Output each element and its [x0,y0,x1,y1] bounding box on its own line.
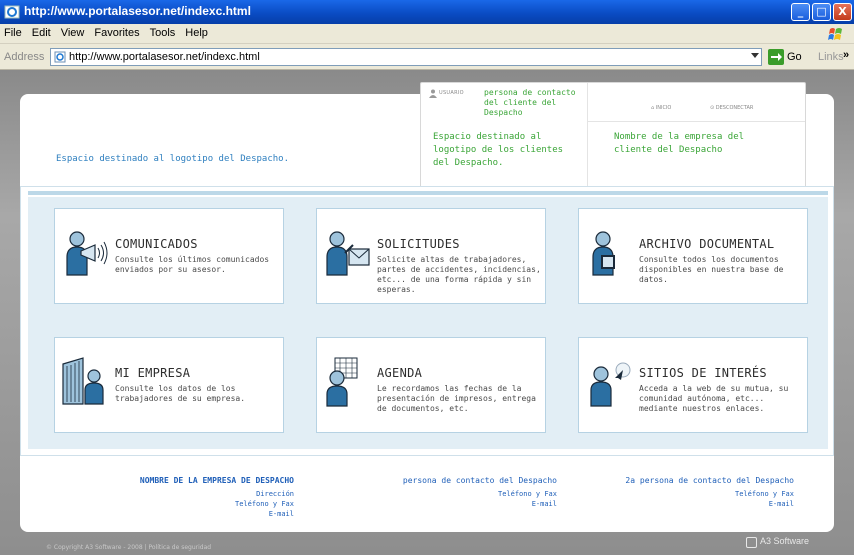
close-button[interactable]: X [833,3,852,21]
card-solicitudes[interactable]: SOLICITUDES Solicite altas de trabajador… [316,208,546,304]
window-title: http://www.portalasesor.net/indexc.html [24,4,251,18]
minimize-button[interactable]: _ [791,3,810,21]
firm-phone: Teléfono y Fax [234,500,294,508]
copyright-text[interactable]: © Copyright A3 Software - 2008 | Polític… [46,544,211,551]
inicio-label: INICIO [655,105,672,111]
links-chevron-icon[interactable]: » [843,49,849,61]
page-icon [54,51,66,63]
client-logo-placeholder: Espacio destinado al logotipo de los cli… [433,132,564,168]
contact-2-email: E-mail [768,500,794,508]
card-title: SOLICITUDES [377,237,460,251]
firm-email: E-mail [268,510,294,518]
card-title: ARCHIVO DOCUMENTAL [639,237,775,251]
address-input[interactable]: http://www.portalasesor.net/indexc.html [50,48,762,66]
client-contact-person: persona de contacto del cliente del Desp… [484,88,576,117]
contact-2-phone: Teléfono y Fax [734,490,794,498]
usuario-label: USUARIO [439,90,464,96]
calendar-person-icon [326,357,358,407]
panel-vertical-divider [587,83,588,191]
menu-bar: File Edit View Favorites Tools Help [0,24,854,44]
footer-contact-2: 2a persona de contacto del Despacho Telé… [590,476,794,509]
panel-divider [587,121,805,122]
user-icon [429,89,437,98]
menu-edit[interactable]: Edit [27,24,56,39]
desconectar-label: DESCONECTAR [715,105,754,111]
a3-logo-icon [746,537,757,548]
contact-1-name: persona de contacto del Despacho [402,476,557,485]
page-footer: NOMBRE DE LA EMPRESA DE DESPACHO Direcci… [20,456,834,532]
go-button[interactable]: Go [787,51,802,63]
client-panel: USUARIO persona de contacto del cliente … [420,82,806,191]
card-agenda[interactable]: AGENDA Le recordamos las fechas de la pr… [316,337,546,433]
menu-favorites[interactable]: Favorites [89,24,144,39]
card-title: AGENDA [377,366,423,380]
contact-2-name: 2a persona de contacto del Despacho [625,476,794,485]
windows-flag-icon [828,28,842,40]
menu-view[interactable]: View [56,24,90,39]
menu-tools[interactable]: Tools [145,24,181,39]
building-person-icon [62,357,104,405]
address-bar: Address http://www.portalasesor.net/inde… [0,44,854,70]
desconectar-link[interactable]: ⊙ DESCONECTAR [710,105,753,111]
a3-software-brand: A3 Software [760,536,810,546]
firm-name: NOMBRE DE LA EMPRESA DE DESPACHO [139,476,294,485]
cursor-person-icon [590,362,631,407]
page-viewport: Espacio destinado al logotipo del Despac… [0,70,854,555]
menu-file[interactable]: File [0,24,27,39]
client-company-name: Nombre de la empresa del cliente del Des… [614,132,745,155]
window-title-bar[interactable]: http://www.portalasesor.net/indexc.html … [0,0,854,24]
card-description: Consulte los últimos comunicados enviado… [115,255,270,274]
card-title: MI EMPRESA [115,366,191,380]
card-mi-empresa[interactable]: MI EMPRESA Consulte los datos de los tra… [54,337,284,433]
ie-page-icon [4,5,20,19]
contact-1-phone: Teléfono y Fax [497,490,557,498]
firm-address: Dirección [256,490,294,498]
card-description: Solicite altas de trabajadores, partes d… [377,255,541,294]
card-description: Acceda a la web de su mutua, su comunida… [639,384,789,413]
card-description: Consulte los datos de los trabajadores d… [115,384,246,403]
firm-logo-placeholder: Espacio destinado al logotipo del Despac… [56,154,289,164]
card-description: Consulte todos los documentos disponible… [639,255,784,284]
menu-help[interactable]: Help [180,24,213,39]
top-stripe [28,191,828,195]
main-area: COMUNICADOS Consulte los últimos comunic… [20,186,834,456]
card-archivo-documental[interactable]: ARCHIVO DOCUMENTAL Consulte todos los do… [578,208,808,304]
footer-firm-info: NOMBRE DE LA EMPRESA DE DESPACHO Direcci… [114,476,294,519]
address-url: http://www.portalasesor.net/indexc.html [69,51,260,63]
card-sitios-de-interes[interactable]: SITIOS DE INTERÉS Acceda a la web de su … [578,337,808,433]
chevron-down-icon[interactable] [751,53,759,58]
links-label[interactable]: Links [818,51,844,63]
card-title: SITIOS DE INTERÉS [639,366,767,380]
go-arrow-icon[interactable] [768,49,784,65]
card-comunicados[interactable]: COMUNICADOS Consulte los últimos comunic… [54,208,284,304]
request-person-icon [326,231,370,276]
inicio-link[interactable]: ⌂ INICIO [651,105,671,111]
contact-1-email: E-mail [531,500,557,508]
megaphone-person-icon [66,231,108,276]
card-description: Le recordamos las fechas de la presentac… [377,384,536,413]
documents-person-icon [592,231,615,276]
maximize-button[interactable]: □ [812,3,831,21]
footer-contact-1: persona de contacto del Despacho Teléfon… [374,476,557,509]
card-title: COMUNICADOS [115,237,198,251]
address-label: Address [4,51,45,63]
